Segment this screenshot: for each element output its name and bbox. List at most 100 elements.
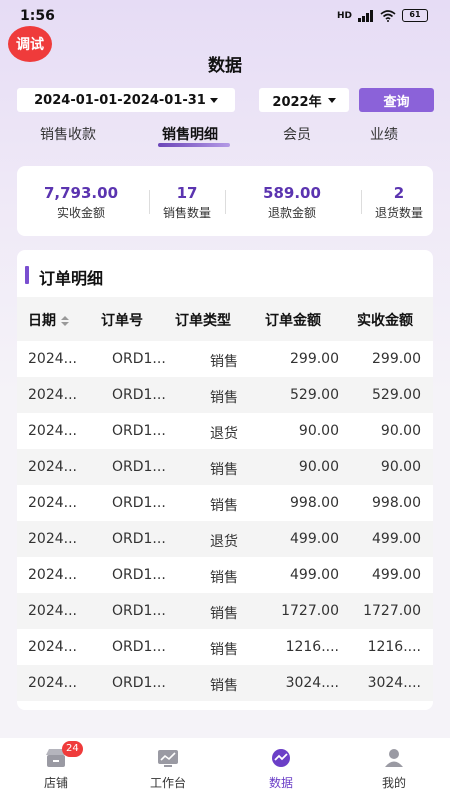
nav-label: 数据 [268, 776, 293, 790]
section-accent-bar [25, 266, 29, 284]
stat-value: 17 [176, 184, 198, 202]
table-row[interactable]: 2024... ORD1... 销售 499.00 499.00 [17, 557, 433, 593]
table-row[interactable]: 2024... ORD1... 退货 499.00 499.00 [17, 521, 433, 557]
column-header-order-amount: 订单金额 [265, 313, 321, 329]
divider [361, 190, 362, 214]
year-value: 2022年 [272, 94, 322, 110]
stat-label: 退款金额 [267, 206, 316, 220]
divider [225, 190, 226, 214]
column-header-order-type: 订单类型 [175, 313, 231, 329]
cell-order-amount: 1216.... [285, 639, 339, 655]
status-icons: HD 61 [337, 9, 428, 22]
table-row[interactable]: 2024... ORD1... 销售 1727.00 1727.00 [17, 593, 433, 629]
battery-icon: 61 [402, 9, 428, 22]
stat-label: 实收金额 [56, 206, 105, 220]
cell-date: 2024... [28, 603, 77, 619]
profile-icon [385, 749, 403, 767]
cell-order-no: ORD1... [112, 423, 166, 439]
cell-order-amount: 90.00 [298, 459, 339, 475]
cell-order-no: ORD1... [112, 351, 166, 367]
cell-date: 2024... [28, 639, 77, 655]
cell-order-amount: 499.00 [290, 531, 339, 547]
cell-order-type: 退货 [210, 426, 238, 442]
cell-received-amount: 499.00 [372, 567, 421, 583]
cell-order-amount: 299.00 [290, 351, 339, 367]
nav-item-profile[interactable]: 我的 [354, 748, 434, 791]
cell-order-amount: 3024.... [285, 675, 339, 691]
cell-received-amount: 998.00 [372, 495, 421, 511]
cell-date: 2024... [28, 351, 77, 367]
stat-refund-amount: 589.00 退款金额 [257, 184, 327, 221]
signal-icon [358, 9, 373, 22]
cell-received-amount: 1216.... [367, 639, 421, 655]
cell-order-amount: 499.00 [290, 567, 339, 583]
wifi-icon [380, 9, 396, 22]
tab-members[interactable]: 会员 [283, 124, 311, 144]
date-range-value: 2024-01-01-2024-01-31 [34, 92, 206, 108]
tab-sales-details[interactable]: 销售明细 [162, 124, 218, 144]
cell-order-type: 退货 [210, 534, 238, 550]
cell-date: 2024... [28, 387, 77, 403]
cell-received-amount: 499.00 [372, 531, 421, 547]
cell-order-no: ORD1... [112, 639, 166, 655]
cell-order-type: 销售 [210, 498, 238, 514]
cell-order-type: 销售 [210, 354, 238, 370]
workbench-icon [158, 750, 178, 767]
stat-value: 7,793.00 [43, 184, 119, 202]
order-rows: 2024... ORD1... 销售 299.00 299.00 2024... ORD1… [17, 341, 433, 701]
stat-value: 2 [393, 184, 405, 202]
column-header-received-amount: 实收金额 [357, 313, 413, 329]
table-row[interactable]: 2024... ORD1... 销售 998.00 998.00 [17, 485, 433, 521]
cell-order-amount: 998.00 [290, 495, 339, 511]
stat-actual-received: 7,793.00 实收金额 [39, 184, 123, 221]
cell-order-type: 销售 [210, 462, 238, 478]
column-header-date[interactable]: 日期 [28, 310, 70, 330]
cell-order-type: 销售 [210, 642, 238, 658]
nav-item-workbench[interactable]: 工作台 [128, 748, 208, 791]
table-row[interactable]: 2024... ORD1... 退货 90.00 90.00 [17, 413, 433, 449]
cell-order-no: ORD1... [112, 567, 166, 583]
cell-order-type: 销售 [210, 570, 238, 586]
table-row[interactable]: 2024... ORD1... 销售 90.00 90.00 [17, 449, 433, 485]
cell-received-amount: 90.00 [380, 459, 421, 475]
cell-order-no: ORD1... [112, 603, 166, 619]
order-details-card: 订单明细 日期 订单号 订单类型 订单金额 实收金额 2024... ORD1..… [17, 250, 433, 710]
sort-icon[interactable] [60, 315, 70, 327]
stat-label: 退货数量 [374, 206, 423, 220]
active-tab-indicator [158, 143, 230, 147]
stat-sales-quantity: 17 销售数量 [157, 184, 217, 221]
column-header-order-no: 订单号 [101, 313, 143, 329]
cell-order-amount: 90.00 [298, 423, 339, 439]
notification-badge: 24 [62, 741, 83, 757]
table-header: 日期 订单号 订单类型 订单金额 实收金额 [17, 297, 433, 341]
table-row[interactable]: 2024... ORD1... 销售 529.00 529.00 [17, 377, 433, 413]
cell-date: 2024... [28, 423, 77, 439]
tab-bar: 销售收款 销售明细 会员 业绩 [0, 124, 450, 152]
cell-received-amount: 1727.00 [363, 603, 421, 619]
cell-order-no: ORD1... [112, 459, 166, 475]
nav-label: 我的 [381, 776, 406, 790]
year-picker[interactable]: 2022年 [259, 88, 349, 112]
tab-sales-receipts[interactable]: 销售收款 [40, 124, 96, 144]
tab-performance[interactable]: 业绩 [370, 124, 398, 144]
cell-order-amount: 1727.00 [281, 603, 339, 619]
cell-order-amount: 529.00 [290, 387, 339, 403]
cell-date: 2024... [28, 495, 77, 511]
nav-label: 店铺 [43, 776, 68, 790]
stat-value: 589.00 [263, 184, 321, 202]
cell-date: 2024... [28, 675, 77, 691]
data-icon [272, 749, 290, 767]
nav-item-store[interactable]: 店铺 [16, 748, 96, 791]
cell-order-no: ORD1... [112, 531, 166, 547]
section-title: 订单明细 [39, 269, 104, 288]
nav-label: 工作台 [149, 776, 186, 790]
cell-order-type: 销售 [210, 678, 238, 694]
dropdown-arrow-icon [209, 97, 218, 103]
status-bar: 1:56 HD 61 [0, 0, 450, 34]
query-button[interactable]: 查询 [359, 88, 434, 112]
table-row[interactable]: 2024... ORD1... 销售 3024.... 3024.... [17, 665, 433, 701]
nav-item-data[interactable]: 数据 [241, 748, 321, 791]
date-range-picker[interactable]: 2024-01-01-2024-01-31 [17, 88, 235, 112]
table-row[interactable]: 2024... ORD1... 销售 299.00 299.00 [17, 341, 433, 377]
table-row[interactable]: 2024... ORD1... 销售 1216.... 1216.... [17, 629, 433, 665]
